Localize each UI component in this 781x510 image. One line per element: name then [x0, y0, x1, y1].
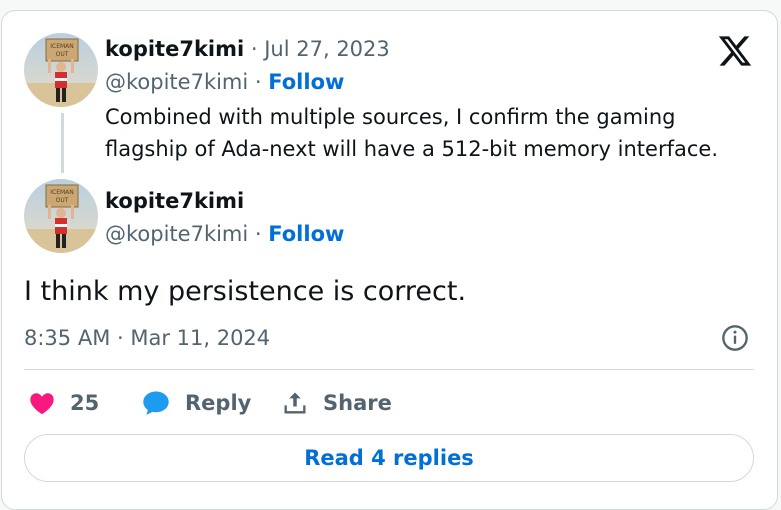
- main-display-name[interactable]: kopite7kimi: [105, 189, 244, 213]
- main-tweet-text: I think my persistence is correct.: [24, 276, 467, 307]
- thread-connector-line: [61, 113, 64, 173]
- share-label: Share: [323, 391, 392, 415]
- info-icon[interactable]: [721, 324, 749, 352]
- main-handle-line: @kopite7kimi · Follow: [105, 222, 344, 246]
- svg-text:OUT: OUT: [56, 51, 69, 58]
- avatar-main[interactable]: ICEMAN OUT: [24, 179, 98, 253]
- quoted-handle-line: @kopite7kimi · Follow: [105, 70, 344, 94]
- reply-button[interactable]: Reply: [141, 383, 251, 423]
- quoted-follow-link[interactable]: Follow: [268, 70, 344, 94]
- speech-bubble-icon: [143, 391, 169, 415]
- heart-icon: [30, 393, 54, 415]
- svg-text:OUT: OUT: [56, 197, 69, 204]
- tweet-embed-card: ICEMAN OUT kopite7kimi · Jul 27, 2023 @k…: [1, 10, 778, 510]
- like-count: 25: [70, 391, 100, 415]
- reply-label: Reply: [185, 391, 252, 415]
- share-upload-icon: [284, 392, 306, 414]
- quoted-author-line: kopite7kimi · Jul 27, 2023: [105, 37, 390, 61]
- read-replies-button[interactable]: Read 4 replies: [24, 434, 754, 482]
- quoted-dot: ·: [248, 70, 269, 94]
- quoted-display-name[interactable]: kopite7kimi: [105, 37, 244, 61]
- share-button[interactable]: Share: [281, 383, 392, 423]
- avatar-image-icon: ICEMAN OUT: [24, 179, 98, 253]
- quoted-date[interactable]: Jul 27, 2023: [264, 37, 390, 61]
- main-handle[interactable]: @kopite7kimi: [105, 222, 248, 246]
- tweet-timestamp[interactable]: 8:35 AM · Mar 11, 2024: [24, 326, 270, 350]
- svg-text:ICEMAN: ICEMAN: [50, 43, 74, 50]
- avatar-quoted[interactable]: ICEMAN OUT: [24, 33, 98, 107]
- main-dot: ·: [248, 222, 269, 246]
- quoted-separator: ·: [244, 37, 265, 61]
- quoted-handle[interactable]: @kopite7kimi: [105, 70, 248, 94]
- svg-text:ICEMAN: ICEMAN: [50, 189, 74, 196]
- actions-divider: [24, 369, 754, 370]
- like-button[interactable]: 25: [28, 383, 99, 423]
- avatar-image-icon: ICEMAN OUT: [24, 33, 98, 107]
- main-follow-link[interactable]: Follow: [268, 222, 344, 246]
- x-logo-icon[interactable]: [717, 33, 753, 69]
- quoted-tweet-text: Combined with multiple sources, I confir…: [105, 105, 718, 161]
